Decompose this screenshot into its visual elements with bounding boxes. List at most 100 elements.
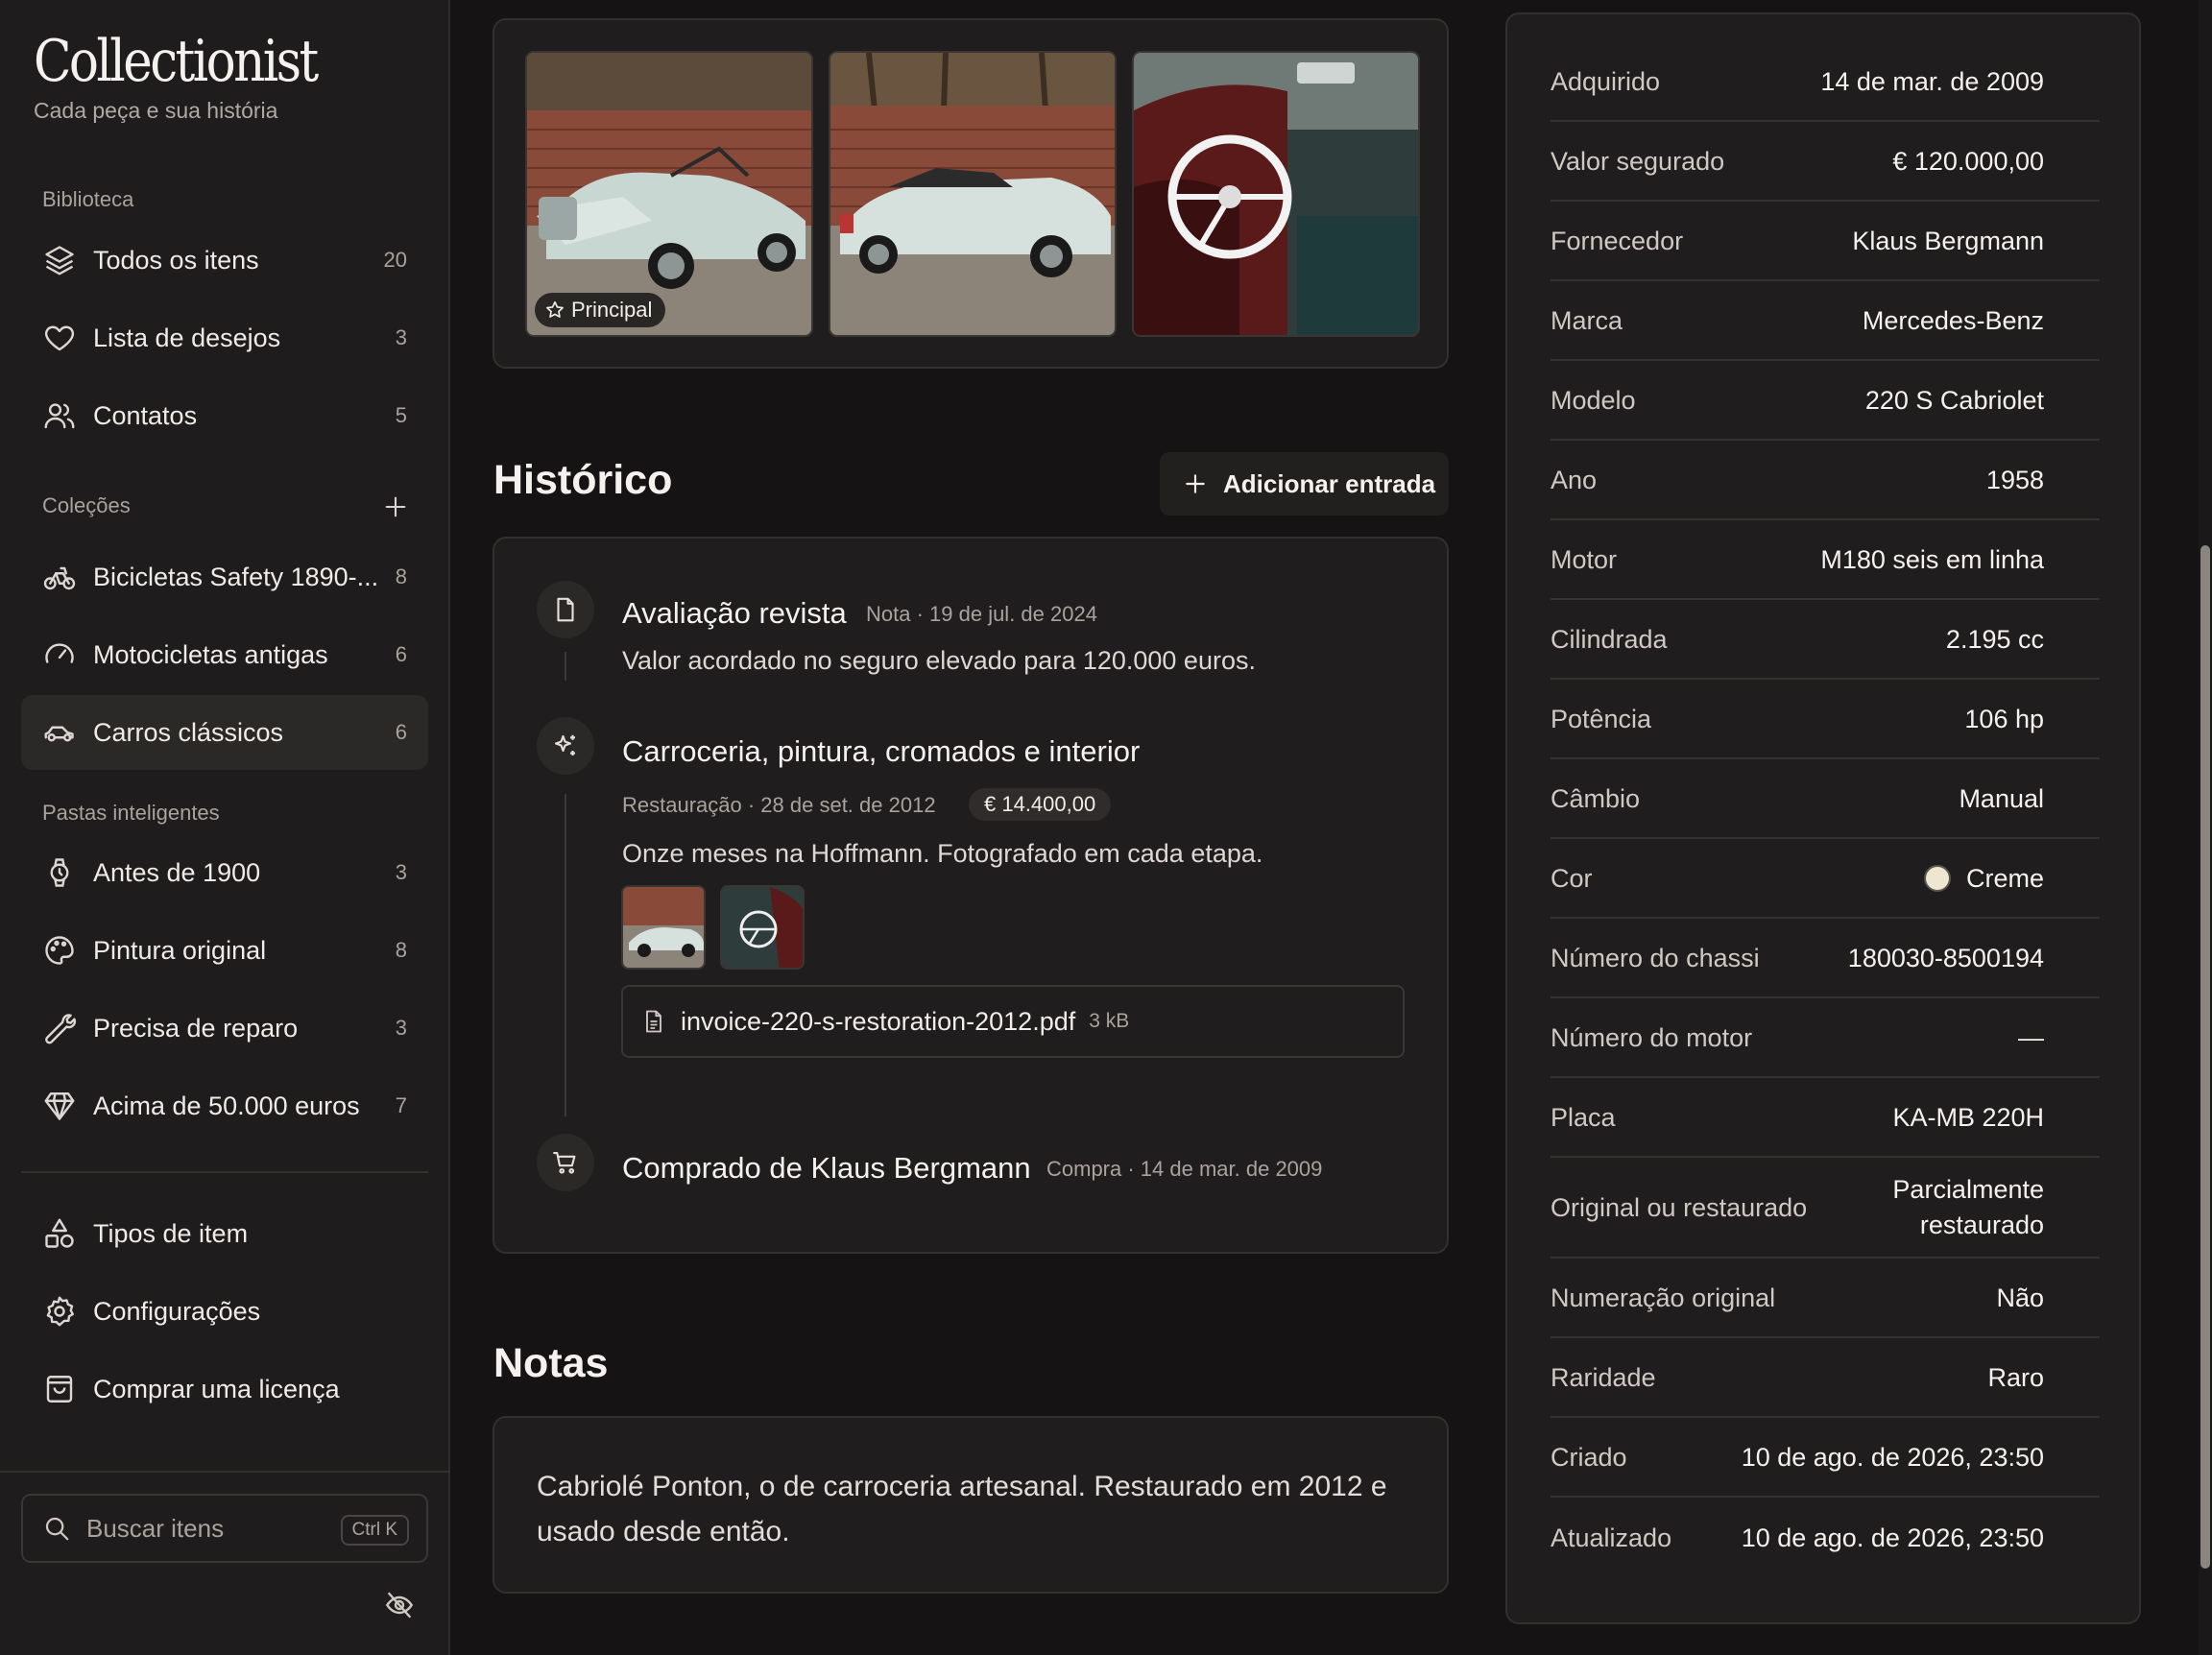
- sidebar-item-label: Todos os itens: [93, 245, 259, 275]
- sidebar-item-label: Bicicletas Safety 1890-...: [93, 562, 379, 591]
- detail-value-line: Parcialmente: [1892, 1175, 2044, 1204]
- event-title[interactable]: Carroceria, pintura, cromados e interior: [622, 734, 1140, 769]
- star-icon: [546, 300, 564, 318]
- detail-key: Número do chassi: [1551, 943, 1760, 972]
- detail-row: Numeração original Não: [1551, 1259, 2100, 1338]
- photo-gallery: Principal: [493, 18, 1449, 369]
- sidebar-item-original-paint[interactable]: Pintura original 8: [21, 913, 428, 988]
- sidebar-item-count: 20: [383, 248, 407, 272]
- detail-value: M180 seis em linha: [1820, 544, 2044, 574]
- sidebar-item-classic-cars[interactable]: Carros clássicos 6: [21, 695, 428, 770]
- search-icon: [42, 1514, 71, 1543]
- event-title[interactable]: Comprado de Klaus Bergmann: [622, 1151, 1031, 1186]
- detail-row: Número do motor —: [1551, 999, 2100, 1078]
- detail-key: Numeração original: [1551, 1283, 1776, 1312]
- detail-key: Cilindrada: [1551, 624, 1668, 654]
- file-icon: [537, 581, 594, 638]
- event-meta: Compra · 14 de mar. de 2009: [1046, 1157, 1323, 1181]
- detail-key: Original ou restaurado: [1551, 1192, 1808, 1222]
- detail-key: Número do motor: [1551, 1022, 1753, 1052]
- detail-value: Parcialmente restaurado: [1892, 1172, 2100, 1243]
- sidebar-item-before-1900[interactable]: Antes de 1900 3: [21, 835, 428, 910]
- detail-key: Raridade: [1551, 1362, 1656, 1392]
- event-description: Valor acordado no seguro elevado para 12…: [622, 646, 1256, 675]
- color-swatch: [1923, 865, 1951, 892]
- section-label-library: Biblioteca: [42, 187, 134, 211]
- gallery-photo[interactable]: [1132, 51, 1420, 337]
- add-collection-icon[interactable]: [382, 493, 409, 520]
- sidebar-item-bicycles[interactable]: Bicicletas Safety 1890-... 8: [21, 540, 428, 614]
- detail-key: Modelo: [1551, 385, 1636, 415]
- sidebar-item-needs-repair[interactable]: Precisa de reparo 3: [21, 991, 428, 1066]
- watch-icon: [42, 855, 77, 890]
- detail-row: Motor M180 seis em linha: [1551, 521, 2100, 600]
- detail-key: Marca: [1551, 305, 1623, 335]
- sidebar-item-motorcycles[interactable]: Motocicletas antigas 6: [21, 617, 428, 692]
- sidebar-item-count: 6: [395, 720, 407, 744]
- heart-icon: [42, 321, 77, 355]
- eye-off-icon[interactable]: [384, 1590, 415, 1620]
- cart-icon: [537, 1134, 594, 1191]
- add-entry-button[interactable]: Adicionar entrada: [1160, 452, 1449, 516]
- gallery-photo-primary[interactable]: Principal: [525, 51, 813, 337]
- search-placeholder: Buscar itens: [86, 1513, 225, 1543]
- sidebar-item-buy-license[interactable]: Comprar uma licença: [21, 1352, 428, 1427]
- attachment-file[interactable]: invoice-220-s-restoration-2012.pdf 3 kB: [621, 985, 1405, 1058]
- detail-value-line: restaurado: [1919, 1211, 2044, 1239]
- item-details-panel: Adquirido 14 de mar. de 2009 Valor segura…: [1505, 12, 2141, 1624]
- sidebar-item-label: Tipos de item: [93, 1218, 249, 1248]
- detail-row: Cor Creme: [1551, 840, 2100, 919]
- sidebar-item-item-types[interactable]: Tipos de item: [21, 1196, 428, 1271]
- detail-row: Original ou restaurado Parcialmente rest…: [1551, 1159, 2100, 1259]
- add-entry-label: Adicionar entrada: [1223, 468, 1436, 498]
- sidebar-item-count: 3: [395, 860, 407, 884]
- sidebar-item-label: Motocicletas antigas: [93, 639, 328, 669]
- timeline-connector: [565, 794, 566, 1116]
- detail-key: Ano: [1551, 465, 1598, 494]
- sidebar-item-count: 8: [395, 564, 407, 588]
- detail-value: € 120.000,00: [1892, 146, 2044, 176]
- event-title[interactable]: Avaliação revista: [622, 596, 847, 631]
- brand-name: Collectionist: [34, 28, 319, 95]
- event-photo-thumbnail[interactable]: [621, 885, 706, 970]
- detail-value: 10 de ago. de 2026, 23:50: [1741, 1442, 2044, 1472]
- sidebar-item-above-50000[interactable]: Acima de 50.000 euros 7: [21, 1068, 428, 1143]
- plus-icon: [1186, 474, 1205, 493]
- detail-value: KA-MB 220H: [1892, 1102, 2044, 1132]
- detail-row: Cilindrada 2.195 cc: [1551, 601, 2100, 680]
- sidebar-item-settings[interactable]: Configurações: [21, 1274, 428, 1349]
- sidebar-item-all-items[interactable]: Todos os itens 20: [21, 223, 428, 298]
- section-label-collections: Coleções: [42, 493, 131, 517]
- scrollbar-thumb[interactable]: [2200, 545, 2210, 1569]
- sidebar-item-count: 5: [395, 403, 407, 427]
- notes-card[interactable]: Cabriolé Ponton, o de carroceria artesan…: [493, 1416, 1449, 1594]
- detail-key: Placa: [1551, 1102, 1616, 1132]
- detail-row: Placa KA-MB 220H: [1551, 1079, 2100, 1158]
- sparkles-icon: [537, 717, 594, 775]
- detail-value: 1958: [1985, 465, 2044, 494]
- detail-row: Ano 1958: [1551, 442, 2100, 520]
- history-heading: Histórico: [493, 457, 673, 503]
- detail-key: Câmbio: [1551, 783, 1641, 813]
- brand: Collectionist Cada peça e sua história: [34, 25, 363, 124]
- event-photo-thumbnail[interactable]: [720, 885, 805, 970]
- sidebar-item-label: Acima de 50.000 euros: [93, 1091, 360, 1120]
- detail-value: 14 de mar. de 2009: [1820, 66, 2044, 96]
- sidebar-item-label: Lista de desejos: [93, 323, 281, 352]
- detail-key: Adquirido: [1551, 66, 1661, 96]
- gallery-photo[interactable]: [829, 51, 1117, 337]
- detail-value: Não: [1996, 1283, 2044, 1312]
- gear-icon: [42, 1294, 77, 1329]
- sidebar-item-wishlist[interactable]: Lista de desejos 3: [21, 300, 428, 375]
- detail-key: Cor: [1551, 863, 1593, 893]
- detail-value: 180030-8500194: [1847, 943, 2044, 972]
- event-meta: Nota · 19 de jul. de 2024: [866, 602, 1097, 626]
- users-icon: [42, 398, 77, 433]
- sidebar-item-contacts[interactable]: Contatos 5: [21, 378, 428, 453]
- detail-value: 2.195 cc: [1945, 624, 2044, 654]
- search-input[interactable]: Buscar itens Ctrl K: [21, 1494, 428, 1563]
- gauge-icon: [42, 637, 77, 672]
- sidebar-item-label: Antes de 1900: [93, 857, 261, 887]
- price-badge: € 14.400,00: [969, 788, 1112, 821]
- timeline-connector: [565, 652, 566, 681]
